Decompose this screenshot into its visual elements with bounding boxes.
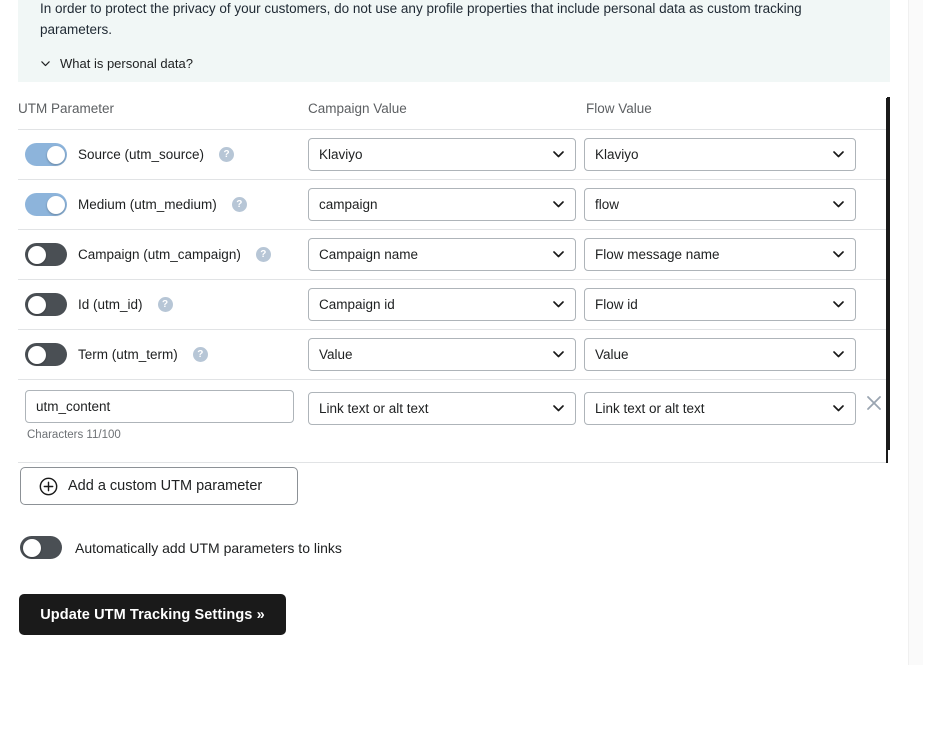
campaign-value-select-utm-id[interactable]: Campaign id [308, 288, 576, 321]
character-counter: Characters 11/100 [27, 429, 121, 441]
page-scrollbar-track[interactable] [908, 0, 923, 665]
auto-add-utm-setting-row: Automatically add UTM parameters to link… [20, 536, 342, 559]
select-value: Value [595, 347, 629, 362]
chevron-down-icon [553, 251, 564, 258]
toggle-utm-medium[interactable] [25, 193, 67, 216]
parameter-label: Id (utm_id) [78, 297, 143, 312]
plus-circle-icon [39, 477, 58, 495]
parameter-label: Campaign (utm_campaign) [78, 247, 241, 262]
toggle-knob [27, 345, 46, 364]
flow-value-select-utm-term[interactable]: Value [584, 338, 856, 371]
chevron-down-icon [553, 151, 564, 158]
privacy-notice-text: In order to protect the privacy of your … [40, 1, 802, 37]
campaign-value-select-utm-term[interactable]: Value [308, 338, 576, 371]
parameter-label: Term (utm_term) [78, 347, 178, 362]
flow-value-select-utm-campaign[interactable]: Flow message name [584, 238, 856, 271]
campaign-value-select-custom[interactable]: Link text or alt text [308, 392, 576, 425]
toggle-utm-source[interactable] [25, 143, 67, 166]
select-value: Value [319, 347, 353, 362]
select-value: Flow id [595, 297, 638, 312]
flow-value-select-utm-medium[interactable]: flow [584, 188, 856, 221]
table-row: Id (utm_id) ? Campaign id Flow id [18, 280, 886, 330]
parameter-label: Source (utm_source) [78, 147, 205, 162]
auto-add-utm-label: Automatically add UTM parameters to link… [75, 539, 342, 556]
custom-parameter-name-input[interactable] [25, 390, 294, 423]
privacy-notice-banner: In order to protect the privacy of your … [18, 0, 890, 82]
table-vertical-scrollbar[interactable] [887, 97, 890, 450]
select-value: Klaviyo [595, 147, 639, 162]
toggle-knob [46, 145, 65, 164]
update-utm-tracking-settings-button[interactable]: Update UTM Tracking Settings » [19, 594, 286, 635]
toggle-auto-add-utm[interactable] [20, 536, 62, 559]
add-custom-utm-parameter-label: Add a custom UTM parameter [68, 478, 263, 494]
table-row-custom: Characters 11/100 Link text or alt text … [18, 380, 886, 463]
help-circle-icon[interactable]: ? [192, 347, 208, 362]
select-value: campaign [319, 197, 378, 212]
chevron-down-icon [41, 61, 50, 67]
flow-value-select-custom[interactable]: Link text or alt text [584, 392, 856, 425]
select-value: Flow message name [595, 247, 720, 262]
select-value: Campaign name [319, 247, 419, 262]
campaign-value-select-utm-campaign[interactable]: Campaign name [308, 238, 576, 271]
chevron-down-icon [833, 301, 844, 308]
toggle-utm-campaign[interactable] [25, 243, 67, 266]
select-value: Link text or alt text [595, 401, 705, 416]
select-value: Link text or alt text [319, 401, 429, 416]
help-circle-icon[interactable]: ? [157, 297, 173, 312]
toggle-knob [46, 195, 65, 214]
table-row: Campaign (utm_campaign) ? Campaign name … [18, 230, 886, 280]
what-is-personal-data-disclosure[interactable]: What is personal data? [40, 56, 193, 71]
select-value: Klaviyo [319, 147, 363, 162]
chevron-down-icon [553, 405, 564, 412]
toggle-utm-term[interactable] [25, 343, 67, 366]
table-row: Medium (utm_medium) ? campaign flow [18, 180, 886, 230]
select-value: Campaign id [319, 297, 395, 312]
help-circle-icon[interactable]: ? [219, 147, 235, 162]
chevron-down-icon [553, 351, 564, 358]
chevron-down-icon [833, 351, 844, 358]
chevron-down-icon [833, 201, 844, 208]
table-header-row: UTM Parameter Campaign Value Flow Value [18, 98, 886, 130]
toggle-utm-id[interactable] [25, 293, 67, 316]
toggle-knob [27, 245, 46, 264]
disclosure-label: What is personal data? [60, 56, 193, 71]
add-custom-utm-parameter-button[interactable]: Add a custom UTM parameter [20, 467, 298, 505]
table-row: Source (utm_source) ? Klaviyo Klaviyo [18, 130, 886, 180]
chevron-down-icon [833, 151, 844, 158]
parameter-label: Medium (utm_medium) [78, 197, 217, 212]
column-header-parameter: UTM Parameter [18, 101, 115, 116]
column-header-flow-value: Flow Value [586, 101, 652, 116]
table-row: Term (utm_term) ? Value Value [18, 330, 886, 380]
column-header-campaign-value: Campaign Value [308, 101, 407, 116]
chevron-down-icon [553, 201, 564, 208]
chevron-down-icon [553, 301, 564, 308]
select-value: flow [595, 197, 620, 212]
campaign-value-select-utm-medium[interactable]: campaign [308, 188, 576, 221]
toggle-knob [27, 295, 46, 314]
flow-value-select-utm-source[interactable]: Klaviyo [584, 138, 856, 171]
campaign-value-select-utm-source[interactable]: Klaviyo [308, 138, 576, 171]
close-x-icon[interactable] [863, 392, 885, 414]
flow-value-select-utm-id[interactable]: Flow id [584, 288, 856, 321]
chevron-down-icon [833, 405, 844, 412]
help-circle-icon[interactable]: ? [255, 247, 271, 262]
utm-parameters-table: UTM Parameter Campaign Value Flow Value … [18, 98, 888, 463]
help-circle-icon[interactable]: ? [231, 197, 247, 212]
toggle-knob [22, 538, 41, 557]
chevron-down-icon [833, 251, 844, 258]
